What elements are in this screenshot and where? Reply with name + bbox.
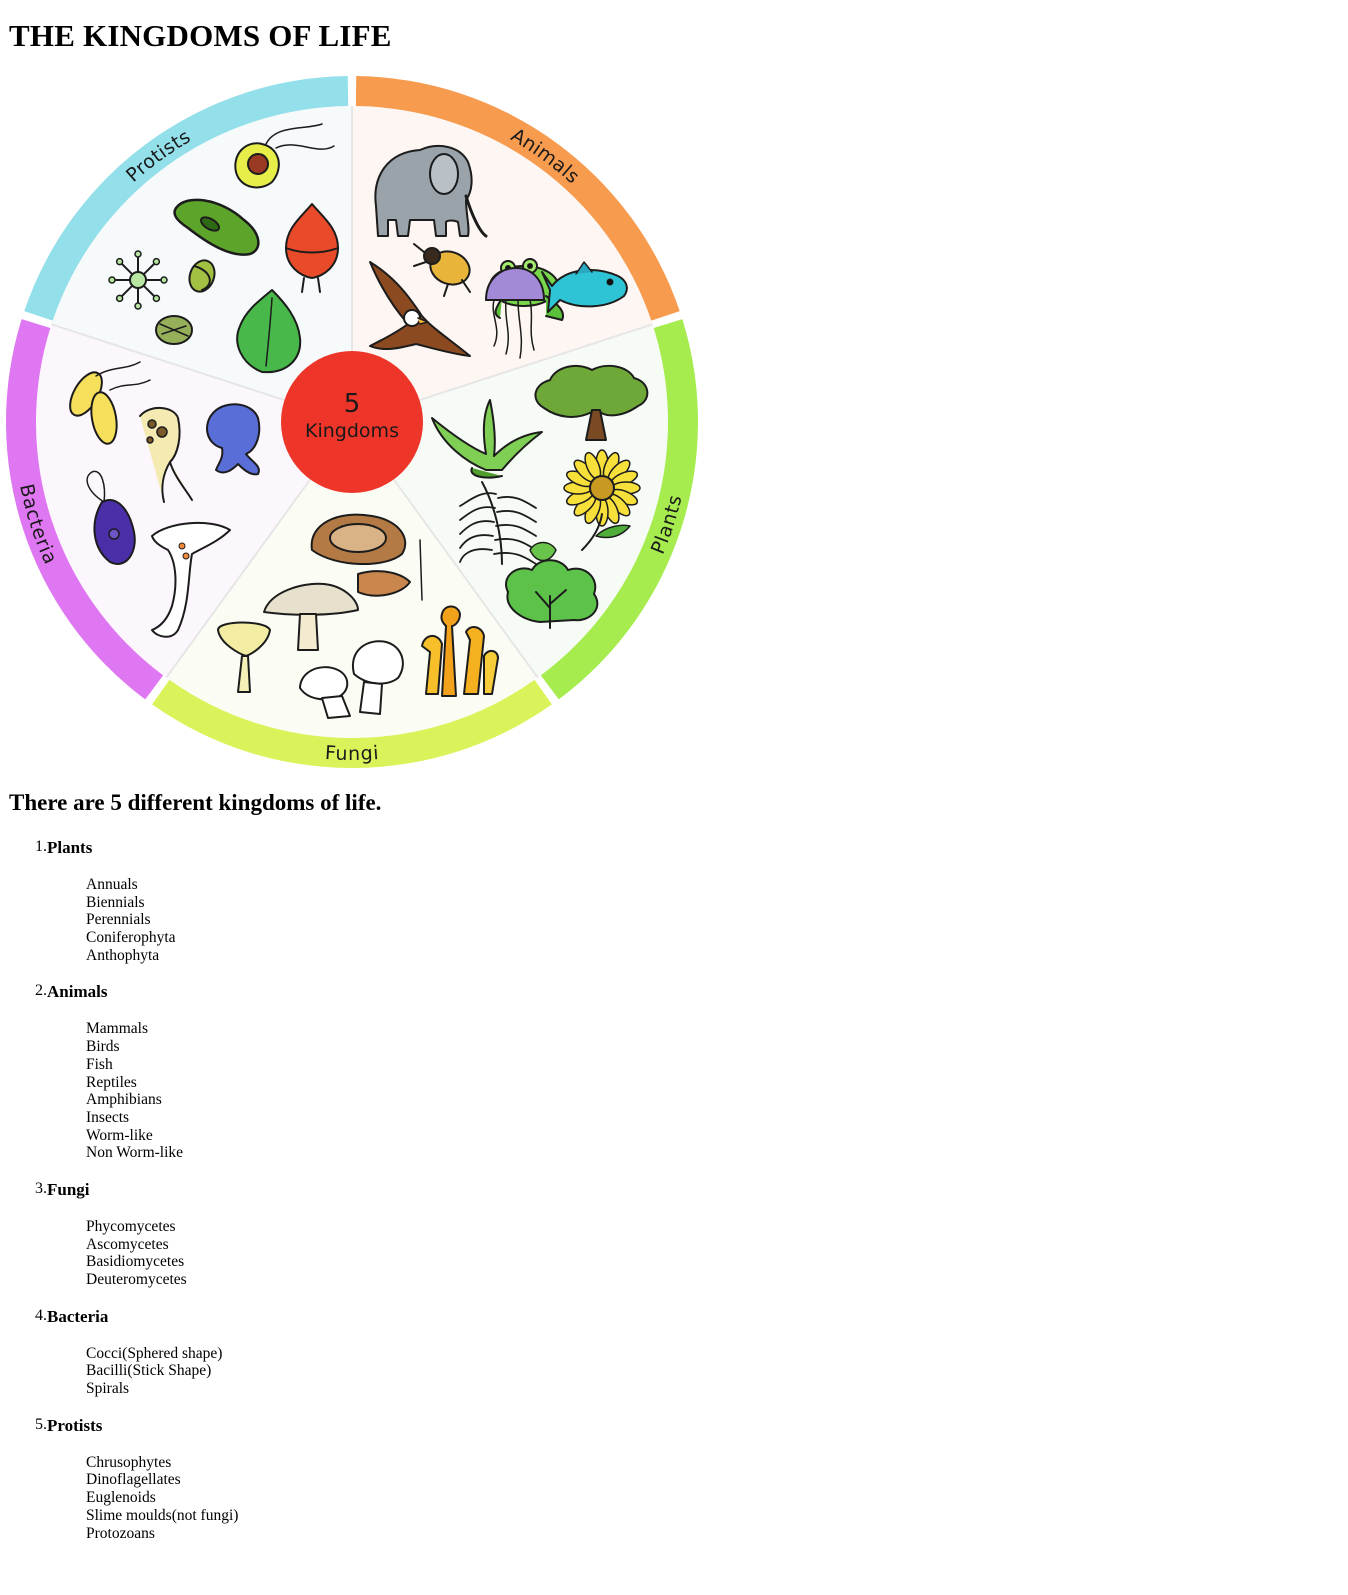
kingdom-name: Bacteria — [47, 1306, 109, 1326]
kingdom-number: 2. — [35, 982, 47, 1000]
subtype-item: Cocci(Sphered shape) — [86, 1344, 223, 1362]
center-number: 5 — [344, 389, 361, 419]
center-circle: 5 Kingdoms — [281, 351, 423, 493]
subtype-item: Euglenoids — [86, 1489, 156, 1507]
kingdom-number: 4. — [35, 1306, 47, 1324]
kingdom-animals: 2. Animals Mammals Birds Fish Reptiles Amphibi… — [28, 982, 528, 1162]
subtype-item: Worm-like — [86, 1126, 153, 1144]
kingdoms-wheel: AnimalsPlantsFungiBacteriaProtists 5 Kin… — [5, 76, 698, 769]
kingdom-fungi: 3. Fungi Phycomycetes Ascomycetes Basidiomyc… — [28, 1180, 528, 1289]
subtype-item: Non Worm-like — [86, 1144, 184, 1162]
kingdom-subtypes: Mammals Birds Fish Reptiles Amphibians Insect… — [86, 1020, 528, 1162]
kingdom-name: Animals — [47, 982, 108, 1002]
subtype-item: Chrusophytes — [86, 1453, 172, 1471]
subtype-item: Birds — [86, 1038, 120, 1056]
kingdoms-wheel-diagram: Animals Plants Fungi Bacteria Protists 5 Kin… — [0, 74, 720, 794]
kingdom-heading: 3. Fungi — [28, 1180, 528, 1200]
kingdom-heading: 4. Bacteria — [28, 1307, 528, 1327]
subtype-item: Coniferophyta — [86, 929, 176, 947]
kingdom-subtypes: Cocci(Sphered shape) Bacilli(Stick Shape)… — [86, 1345, 528, 1398]
subtype-item: Fish — [86, 1055, 113, 1073]
kingdom-name: Fungi — [47, 1179, 90, 1199]
kingdom-name: Protists — [47, 1415, 103, 1435]
segment-label-fungi: Fungi — [324, 742, 379, 765]
center-label: Kingdoms — [305, 420, 399, 442]
kingdom-plants: 1. Plants Annuals Biennials Perennials Conife… — [28, 838, 528, 964]
subtype-item: Biennials — [86, 893, 145, 911]
segment-label-text: Fungi — [324, 742, 379, 765]
kingdom-name: Plants — [47, 838, 93, 857]
subtype-item: Ascomycetes — [86, 1235, 169, 1253]
kingdom-heading: 5. Protists — [28, 1416, 528, 1436]
kingdom-bacteria: 4. Bacteria Cocci(Sphered shape) Bacilli(St… — [28, 1307, 528, 1398]
subtype-item: Basidiomycetes — [86, 1253, 185, 1271]
kingdom-heading: 2. Animals — [28, 982, 528, 1002]
kingdom-list: 1. Plants Annuals Biennials Perennials Conife… — [28, 838, 528, 1560]
subtype-item: Deuteromycetes — [86, 1271, 187, 1288]
kingdom-number: 5. — [35, 1415, 47, 1433]
subtype-item: Slime moulds(not fungi) — [86, 1506, 239, 1524]
subtype-item: Reptiles — [86, 1073, 137, 1091]
subtype-item: Bacilli(Stick Shape) — [86, 1362, 212, 1380]
kingdom-number: 1. — [35, 838, 47, 855]
subtype-item: Protozoans — [86, 1524, 155, 1542]
kingdom-number: 3. — [35, 1179, 47, 1197]
subtype-item: Anthophyta — [86, 946, 160, 964]
intro-heading: There are 5 different kingdoms of life. — [9, 790, 382, 815]
subtype-item: Dinoflagellates — [86, 1471, 181, 1489]
subtype-item: Annuals — [86, 876, 138, 893]
subtype-item: Amphibians — [86, 1091, 162, 1109]
page-title: THE KINGDOMS OF LIFE — [9, 18, 392, 53]
subtype-item: Spirals — [86, 1380, 130, 1398]
kingdom-subtypes: Chrusophytes Dinoflagellates Euglenoids Sli… — [86, 1454, 528, 1542]
kingdom-subtypes: Phycomycetes Ascomycetes Basidiomycetes Deu… — [86, 1218, 528, 1289]
kingdom-subtypes: Annuals Biennials Perennials Coniferophyta A… — [86, 876, 528, 964]
subtype-item: Insects — [86, 1108, 130, 1126]
kingdom-protists: 5. Protists Chrusophytes Dinoflagellates Eug… — [28, 1416, 528, 1542]
subtype-item: Perennials — [86, 911, 151, 929]
subtype-item: Phycomycetes — [86, 1217, 176, 1235]
kingdom-heading: 1. Plants — [28, 838, 528, 858]
radiolarian-icon — [108, 250, 168, 310]
cell-icon — [155, 315, 193, 345]
subtype-item: Mammals — [86, 1020, 148, 1038]
